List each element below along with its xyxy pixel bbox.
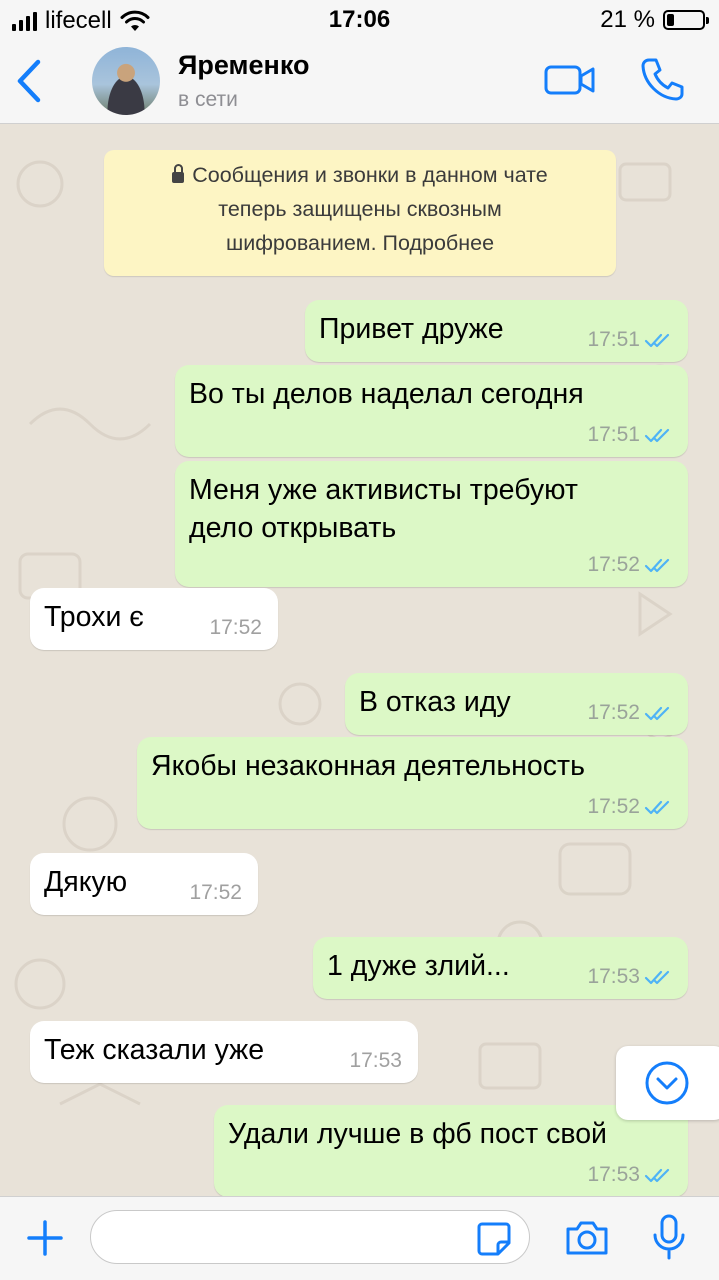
- message-meta: 17:52: [189, 881, 242, 905]
- message-text: В отказ иду: [359, 683, 511, 721]
- sticker-icon[interactable]: [476, 1221, 512, 1257]
- double-check-icon: [644, 558, 670, 573]
- message-text: Якобы незаконная деятельность: [151, 747, 585, 785]
- message-text-line: Трохи є: [44, 601, 144, 633]
- message-text: 1 дуже злий...: [327, 947, 510, 985]
- message-time: 17:52: [587, 553, 640, 576]
- message-text: Привет друже: [319, 310, 504, 348]
- double-check-icon: [644, 1168, 670, 1183]
- chevron-down-circle-icon: [645, 1061, 689, 1105]
- message-meta: 17:53: [587, 965, 672, 989]
- message-meta: 17:53: [587, 1163, 672, 1187]
- plus-icon[interactable]: [26, 1219, 64, 1257]
- message-time: 17:52: [587, 795, 640, 818]
- encryption-text-line-3: шифрованием. Подробнее: [225, 231, 495, 255]
- outgoing-message[interactable]: 1 дуже злий... 17:53: [313, 937, 688, 999]
- double-check-icon: [644, 706, 670, 721]
- outgoing-message[interactable]: Меня уже активисты требуют дело открывать…: [175, 461, 688, 587]
- message-meta: 17:52: [587, 795, 672, 819]
- double-check-icon: [644, 970, 670, 985]
- message-text-line: Привет друже: [319, 313, 504, 345]
- message-input[interactable]: [90, 1210, 530, 1264]
- message-meta: 17:53: [349, 1049, 402, 1073]
- camera-icon[interactable]: [564, 1219, 610, 1257]
- message-text: Во ты делов наделал сегодня: [189, 375, 584, 413]
- battery-percent: 21 %: [600, 6, 655, 33]
- message-text-line: дело открывать: [189, 512, 397, 544]
- chat-header: Яременко в сети: [0, 40, 719, 124]
- message-time: 17:52: [209, 616, 262, 639]
- battery-icon: [663, 10, 709, 30]
- message-text: Теж сказали уже: [44, 1031, 264, 1069]
- message-text: Трохи є: [44, 598, 144, 636]
- double-check-icon: [644, 333, 670, 348]
- outgoing-message[interactable]: Удали лучше в фб пост свой 17:53: [214, 1105, 688, 1196]
- message-text-line: Якобы незаконная деятельность: [151, 750, 585, 782]
- message-time: 17:52: [189, 881, 242, 904]
- double-check-icon: [644, 428, 670, 443]
- microphone-icon[interactable]: [650, 1213, 688, 1261]
- message-time: 17:53: [587, 965, 640, 988]
- message-text-line: Меня уже активисты требуют: [189, 474, 578, 506]
- contact-status: в сети: [178, 88, 238, 111]
- message-time: 17:53: [587, 1163, 640, 1186]
- message-meta: 17:52: [209, 616, 262, 640]
- message-time: 17:52: [587, 701, 640, 724]
- status-bar: lifecell 17:06 21 %: [0, 0, 719, 40]
- message-text-line: В отказ иду: [359, 686, 511, 718]
- message-text-line: 1 дуже злий...: [327, 950, 510, 982]
- message-text: Меня уже активисты требуют дело открывать: [189, 471, 578, 547]
- encryption-text-line-1: Сообщения и звонки в данном чате: [192, 163, 548, 187]
- input-bar: [0, 1196, 719, 1280]
- message-meta: 17:52: [587, 701, 672, 725]
- video-call-icon[interactable]: [544, 62, 596, 98]
- message-time: 17:53: [349, 1049, 402, 1072]
- message-text: Удали лучше в фб пост свой: [228, 1115, 607, 1153]
- incoming-message[interactable]: Дякую 17:52: [30, 853, 258, 915]
- encryption-notice[interactable]: Сообщения и звонки в данном чате теперь …: [104, 150, 616, 276]
- message-text-line: Теж сказали уже: [44, 1034, 265, 1066]
- message-meta: 17:51: [587, 328, 672, 352]
- double-check-icon: [644, 800, 670, 815]
- contact-name[interactable]: Яременко: [178, 50, 310, 81]
- encryption-text-line-2: теперь защищены сквозным: [218, 197, 502, 221]
- chat-area[interactable]: Сообщения и звонки в данном чате теперь …: [0, 124, 719, 1196]
- outgoing-message[interactable]: Привет друже 17:51: [305, 300, 688, 362]
- outgoing-message[interactable]: Якобы незаконная деятельность 17:52: [137, 737, 688, 829]
- contact-avatar[interactable]: [92, 47, 160, 115]
- outgoing-message[interactable]: В отказ иду 17:52: [345, 673, 688, 735]
- lock-icon: [172, 164, 185, 183]
- message-meta: 17:52: [587, 553, 672, 577]
- incoming-message[interactable]: Теж сказали уже 17:53: [30, 1021, 418, 1083]
- outgoing-message[interactable]: Во ты делов наделал сегодня 17:51: [175, 365, 688, 457]
- back-chevron-icon[interactable]: [14, 58, 44, 104]
- message-meta: 17:51: [587, 423, 672, 447]
- phone-call-icon[interactable]: [640, 56, 686, 102]
- message-text-line: Удали лучше в фб пост свой: [228, 1118, 607, 1150]
- message-text-line: Во ты делов наделал сегодня: [189, 378, 584, 410]
- status-bar-right: 21 %: [600, 6, 709, 34]
- incoming-message[interactable]: Трохи є 17:52: [30, 588, 278, 650]
- message-text-line: Дякую: [44, 866, 128, 898]
- message-text: Дякую: [44, 863, 127, 901]
- scroll-to-bottom-button[interactable]: [616, 1046, 719, 1120]
- message-time: 17:51: [587, 423, 640, 446]
- message-time: 17:51: [587, 328, 640, 351]
